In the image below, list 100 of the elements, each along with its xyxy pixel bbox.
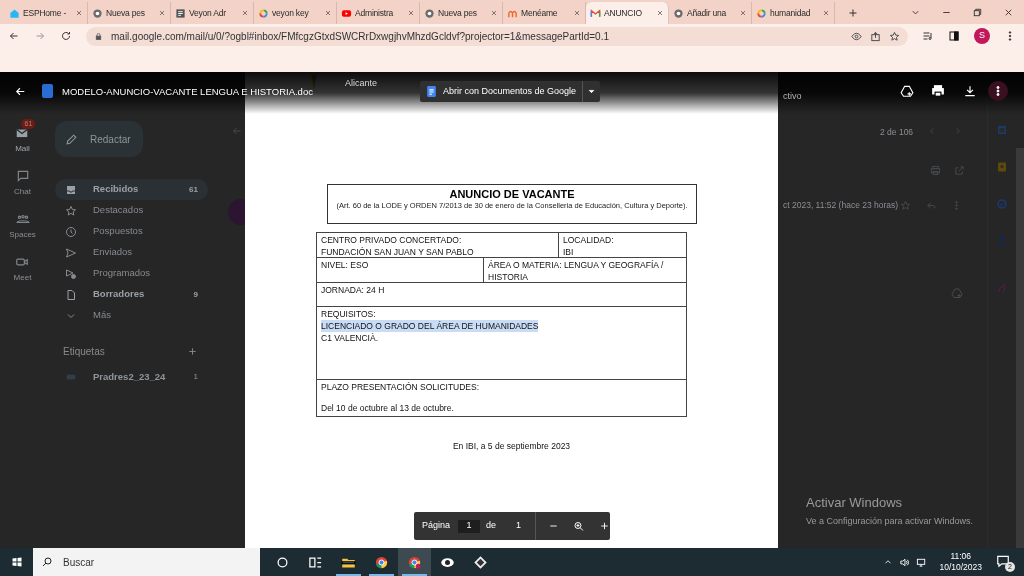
- plus-icon[interactable]: [847, 7, 859, 19]
- inbox-icon: [65, 183, 77, 196]
- folder-item[interactable]: Más: [55, 305, 208, 326]
- house-icon: [9, 7, 20, 19]
- plus-icon[interactable]: [599, 520, 610, 532]
- page-total: 1: [516, 519, 522, 533]
- tab-title: veyon key: [272, 6, 310, 20]
- page-label: Página: [422, 519, 451, 533]
- star-icon[interactable]: [900, 200, 911, 211]
- search-icon: [41, 556, 53, 568]
- scrollbar[interactable]: [1016, 148, 1024, 548]
- restore-icon[interactable]: [972, 7, 983, 18]
- open-with-button[interactable]: Abrir con Documentos de Google: [420, 81, 601, 102]
- compose-button[interactable]: Redactar: [55, 121, 143, 157]
- notification-icon: [996, 554, 1010, 568]
- folder-item[interactable]: Destacados: [55, 200, 208, 221]
- more-button[interactable]: [988, 81, 1008, 101]
- close-icon[interactable]: [573, 9, 581, 17]
- url-text: mail.google.com/mail/u/0/?ogbl#inbox/FMfcgzGtxdSWCRrDxwgjhvMhzdGcldvf?projector=1&messagePartId=0.1: [111, 29, 610, 44]
- back-arrow-icon[interactable]: [14, 85, 27, 98]
- reload-icon[interactable]: [60, 30, 72, 42]
- star-icon: [65, 204, 77, 217]
- eye-icon[interactable]: [851, 30, 862, 42]
- folder-item[interactable]: Enviados: [55, 242, 208, 263]
- zoom-in-icon[interactable]: [573, 519, 585, 533]
- speaker-icon[interactable]: [899, 556, 911, 568]
- print-icon[interactable]: [931, 84, 945, 98]
- play-icon: [341, 7, 352, 19]
- chrome-icon: [407, 554, 422, 570]
- status-text: ctivo: [783, 90, 802, 103]
- cell-text: IBI: [563, 246, 574, 258]
- diamond-icon: [473, 554, 488, 570]
- file-name: MODELO-ANUNCIO-VACANTE LENGUA E HISTORIA.doc: [62, 85, 313, 99]
- rail-label: Mail: [15, 143, 30, 155]
- clock-date: 10/10/2023: [939, 562, 982, 573]
- close-icon[interactable]: [656, 9, 664, 17]
- download-icon[interactable]: [963, 84, 977, 98]
- rail-label: Spaces: [9, 229, 36, 241]
- word-file-icon: [42, 84, 53, 98]
- document-icon: [175, 7, 186, 19]
- section-heading: Etiquetas: [63, 345, 106, 359]
- closing-text: En IBI, a 5 de septiembre 2023: [452, 440, 571, 453]
- close-icon[interactable]: [324, 9, 332, 17]
- tab-title: Nueva pes: [438, 6, 478, 20]
- cell-text: ÁREA O MATERIA: LENGUA Y GEOGRAFÍA /: [488, 259, 664, 271]
- profile-avatar[interactable]: S: [974, 28, 990, 44]
- folder-item[interactable]: Programados: [55, 263, 208, 284]
- close-icon[interactable]: [1003, 7, 1014, 18]
- close-icon[interactable]: [739, 9, 747, 17]
- folder-item[interactable]: Recibidos 61: [55, 179, 208, 200]
- star-icon[interactable]: [889, 30, 900, 42]
- page-of-label: de: [486, 519, 497, 533]
- document-icon: [65, 288, 77, 301]
- folder-item[interactable]: Borradores 9: [55, 284, 208, 305]
- page-number-field[interactable]: 1: [458, 519, 481, 533]
- header-text: Alicante: [345, 77, 378, 90]
- tab-title: Veyon Adr: [189, 6, 227, 20]
- scheduled-send-icon: [65, 267, 77, 280]
- google-icon: [258, 7, 269, 19]
- cell-text: CENTRO PRIVADO CONCERTADO:: [321, 234, 462, 246]
- activation-title: Activar Windows: [806, 494, 904, 512]
- clock[interactable]: 11:06 10/10/2023: [939, 551, 982, 573]
- cell-text: FUNDACIÓN SAN JUAN Y SAN PABLO: [321, 246, 474, 258]
- google-icon: [756, 7, 767, 19]
- rail-label: Chat: [14, 186, 31, 198]
- close-icon[interactable]: [75, 9, 83, 17]
- side-panel-icon[interactable]: [948, 30, 960, 42]
- address-bar[interactable]: mail.google.com/mail/u/0/?ogbl#inbox/FMfcgzGtxdSWCRrDxwgjhvMhzdGcldvf?projector=1&messagePartId=0.1: [86, 26, 908, 46]
- globe-icon: [92, 7, 103, 19]
- network-icon[interactable]: [916, 556, 928, 568]
- media-queue-icon[interactable]: [922, 30, 934, 42]
- tab-title: ESPHome -: [23, 6, 68, 20]
- close-icon[interactable]: [407, 9, 415, 17]
- video-camera-icon[interactable]: [15, 255, 30, 269]
- circle-icon: [275, 554, 290, 570]
- close-icon[interactable]: [158, 9, 166, 17]
- mail-icon[interactable]: [15, 126, 30, 140]
- share-icon[interactable]: [870, 30, 881, 42]
- people-icon[interactable]: [15, 212, 30, 226]
- close-icon[interactable]: [241, 9, 249, 17]
- browser-tab[interactable]: ANUNCIO: [586, 2, 669, 24]
- cell-text: HISTORIA: [488, 271, 528, 283]
- tab-title: ANUNCIO: [604, 6, 643, 20]
- close-icon[interactable]: [490, 9, 498, 17]
- lock-icon: [94, 31, 103, 41]
- folder-item[interactable]: Pospuestos: [55, 221, 208, 242]
- close-icon[interactable]: [822, 9, 830, 17]
- send-icon: [65, 246, 77, 259]
- pager-text: 2 de 106: [880, 126, 914, 139]
- search-field[interactable]: Buscar: [33, 548, 260, 576]
- caret-icon: [587, 87, 597, 96]
- clock-time: 11:06: [950, 551, 972, 562]
- label-item[interactable]: Pradres2_23_24 1: [55, 369, 208, 385]
- rail-label: Meet: [13, 272, 32, 284]
- document-title: ANUNCIO DE VACANTE: [449, 188, 575, 201]
- docs-icon: [425, 85, 438, 98]
- check-circle-icon[interactable]: [996, 198, 1008, 210]
- chat-icon[interactable]: [15, 169, 30, 183]
- pencil-icon: [65, 132, 78, 146]
- windows-logo-icon[interactable]: [11, 556, 23, 568]
